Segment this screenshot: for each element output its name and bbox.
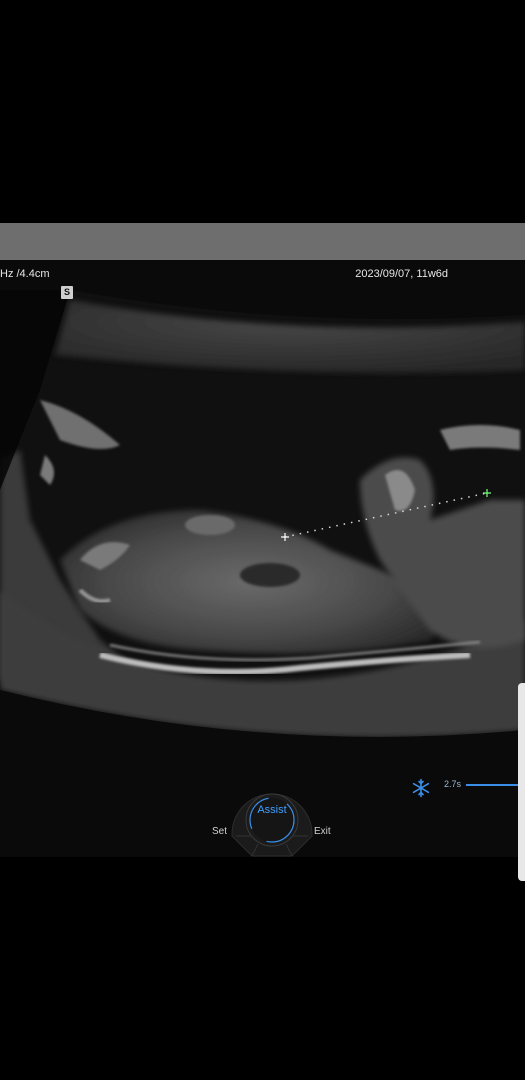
ultrasound-viewport: Hz /4.4cm 2023/09/07, 11w6d S 2.7s Assis… xyxy=(0,260,525,857)
probe-depth-info: Hz /4.4cm xyxy=(0,268,50,280)
s-badge: S xyxy=(61,286,73,299)
cine-timeline[interactable] xyxy=(466,784,525,786)
control-dial[interactable] xyxy=(228,790,316,857)
exit-button[interactable]: Exit xyxy=(314,826,331,837)
assist-button[interactable]: Assist xyxy=(250,804,294,816)
ultrasound-image xyxy=(0,290,525,857)
side-panel-handle[interactable] xyxy=(518,683,525,881)
top-gray-bar xyxy=(0,223,525,260)
exam-date-ga: 2023/09/07, 11w6d xyxy=(355,268,448,280)
cine-time-label: 2.7s xyxy=(444,779,462,789)
snowflake-icon[interactable] xyxy=(411,778,431,798)
set-button[interactable]: Set xyxy=(212,826,227,837)
